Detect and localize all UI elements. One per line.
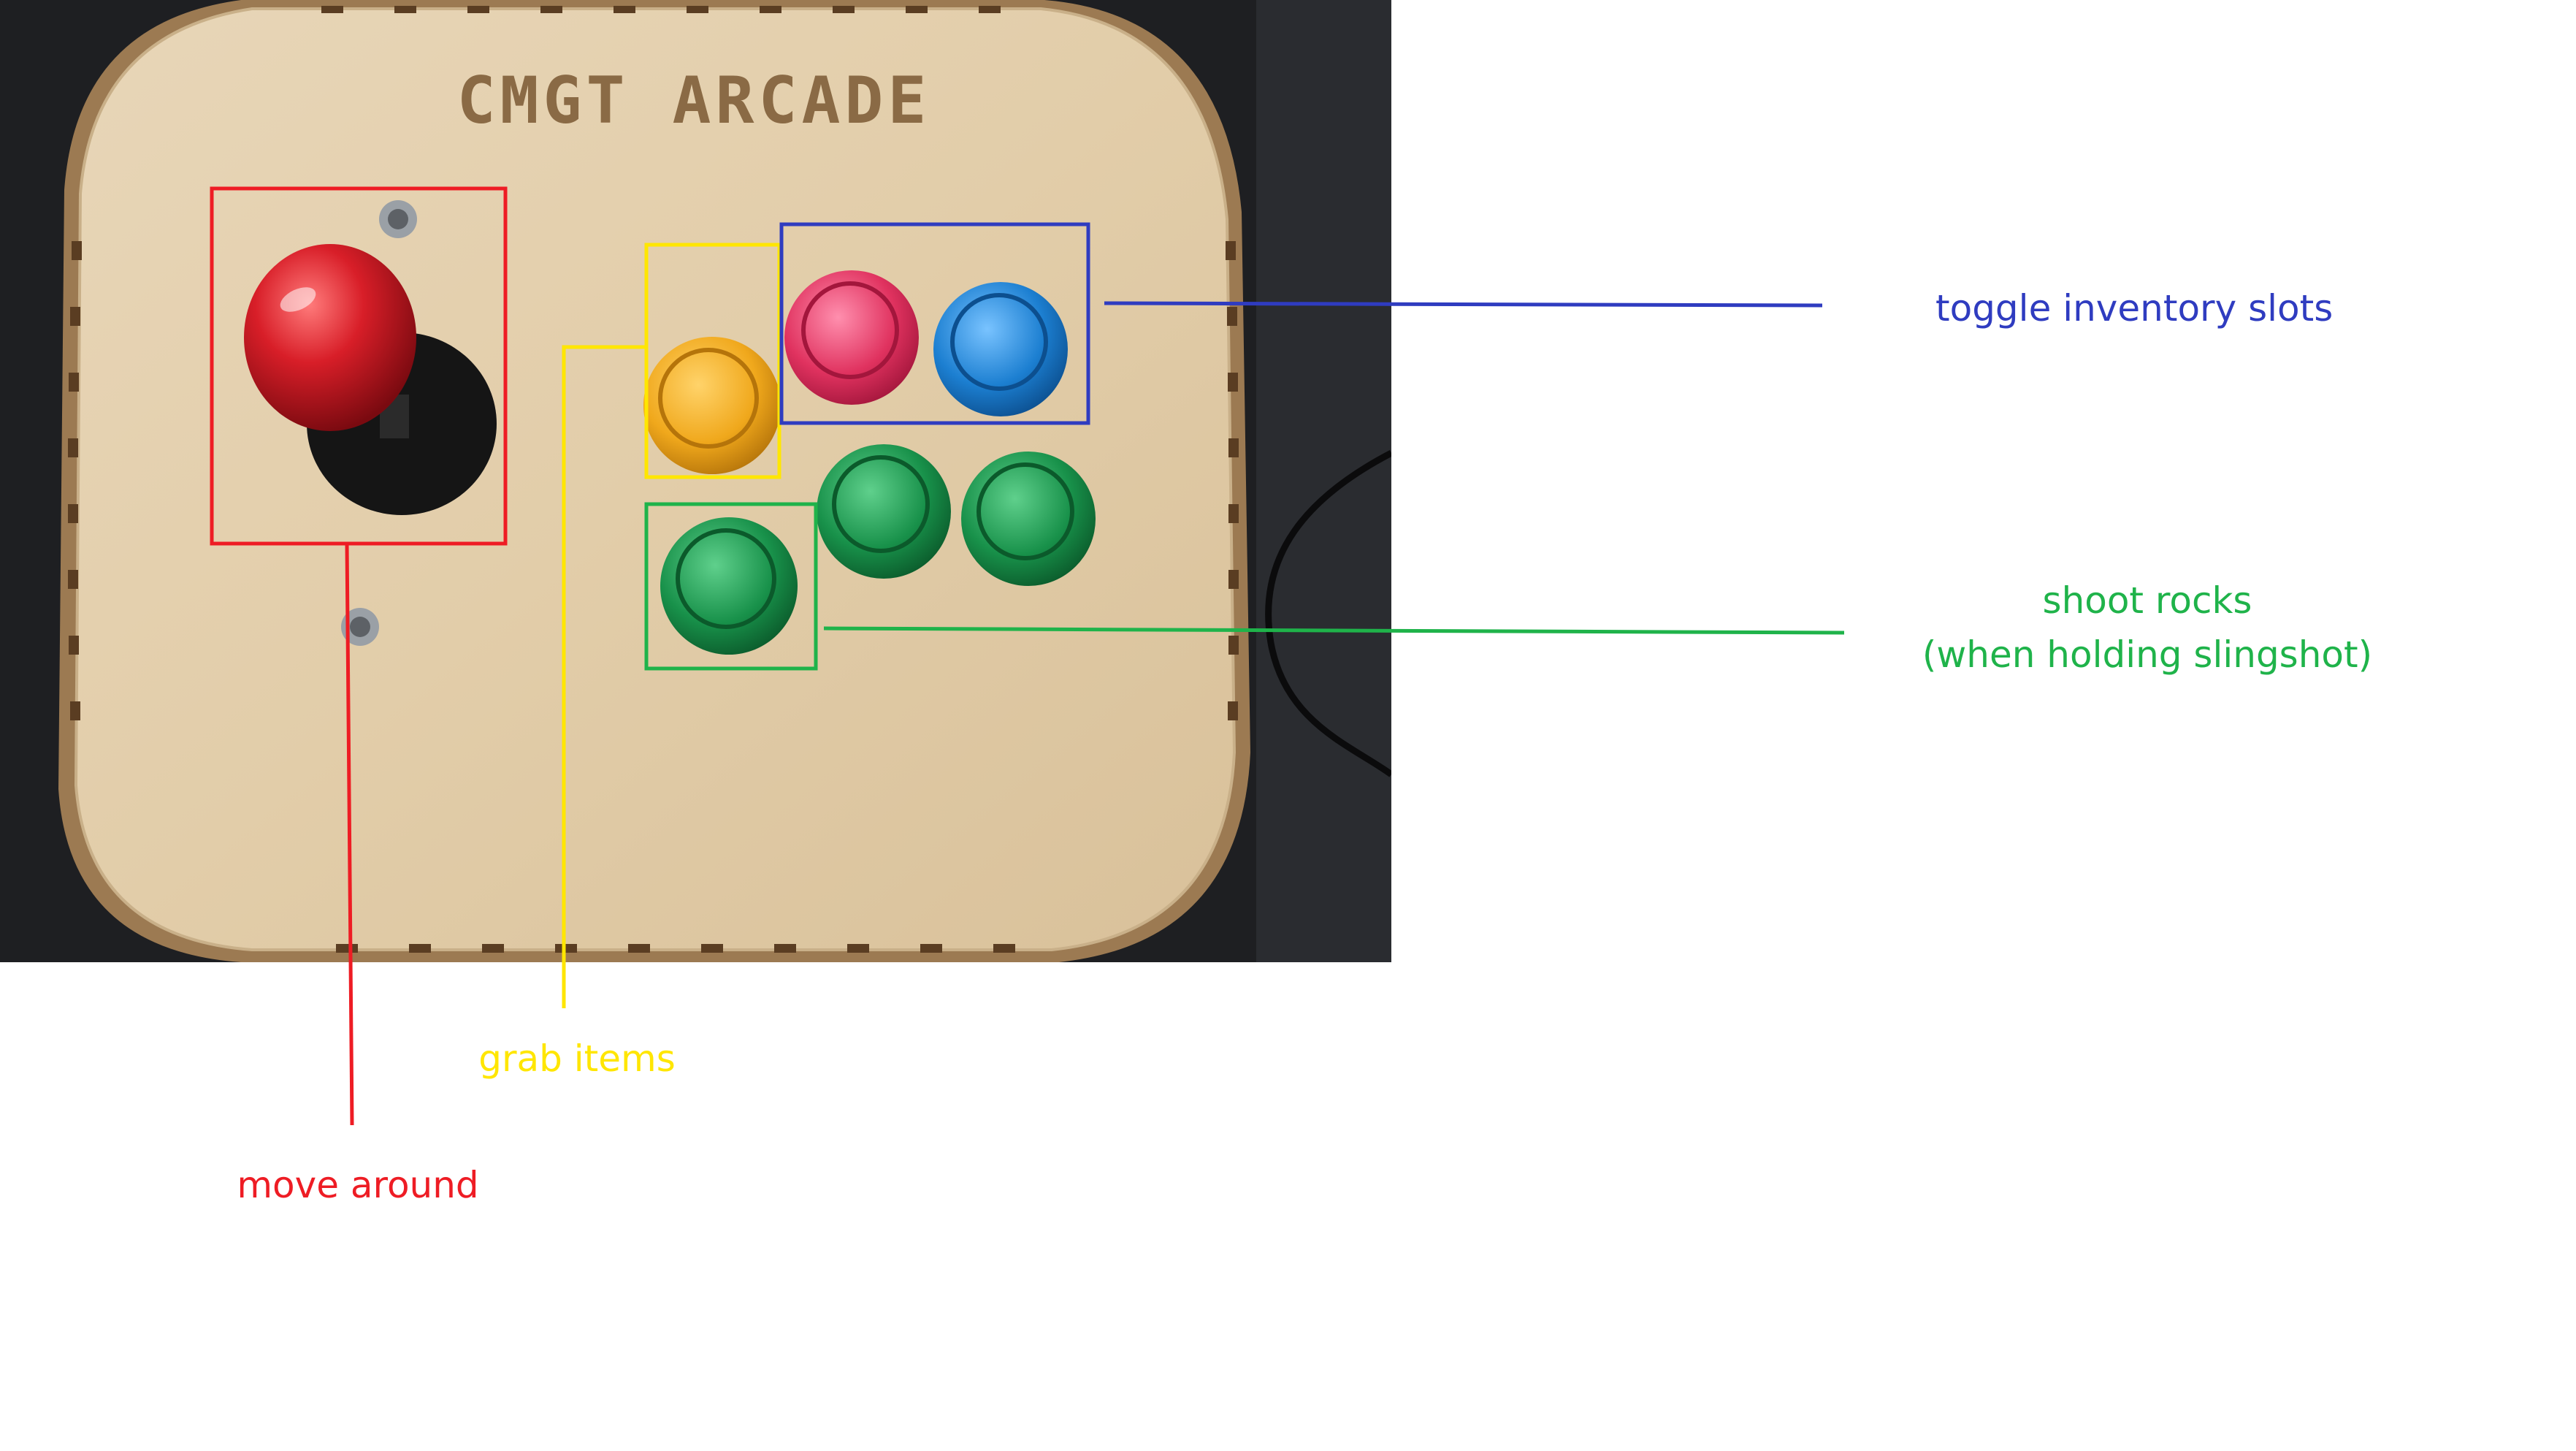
- controller-photo: CMGT ARCADE: [0, 0, 1391, 962]
- yellow-button: [643, 337, 781, 474]
- green-button-2: [961, 452, 1096, 586]
- inventory-leader-line: [1104, 301, 1823, 308]
- move-label: move around: [219, 1158, 497, 1212]
- move-label-text: move around: [237, 1164, 479, 1206]
- shoot-label-line-2: (when holding slingshot): [1922, 633, 2373, 676]
- screw-top: [379, 200, 417, 238]
- joystick-ball: [244, 244, 416, 431]
- shoot-label: shoot rocks (when holding slingshot): [1892, 574, 2403, 682]
- grab-label-text: grab items: [478, 1037, 676, 1080]
- green-button-1: [817, 444, 951, 579]
- table-edge: [1256, 0, 1391, 962]
- shoot-label-line-1: shoot rocks: [2042, 579, 2252, 622]
- green-button-3: [660, 517, 798, 655]
- engraved-title: CMGT ARCADE: [457, 63, 931, 138]
- annotated-controller-diagram: CMGT ARCADE: [0, 0, 1845, 1126]
- blue-button: [933, 282, 1068, 416]
- pink-button: [784, 270, 919, 405]
- grab-label: grab items: [467, 1032, 687, 1086]
- inventory-label-text: toggle inventory slots: [1935, 287, 2334, 330]
- inventory-label: toggle inventory slots: [1935, 281, 2334, 335]
